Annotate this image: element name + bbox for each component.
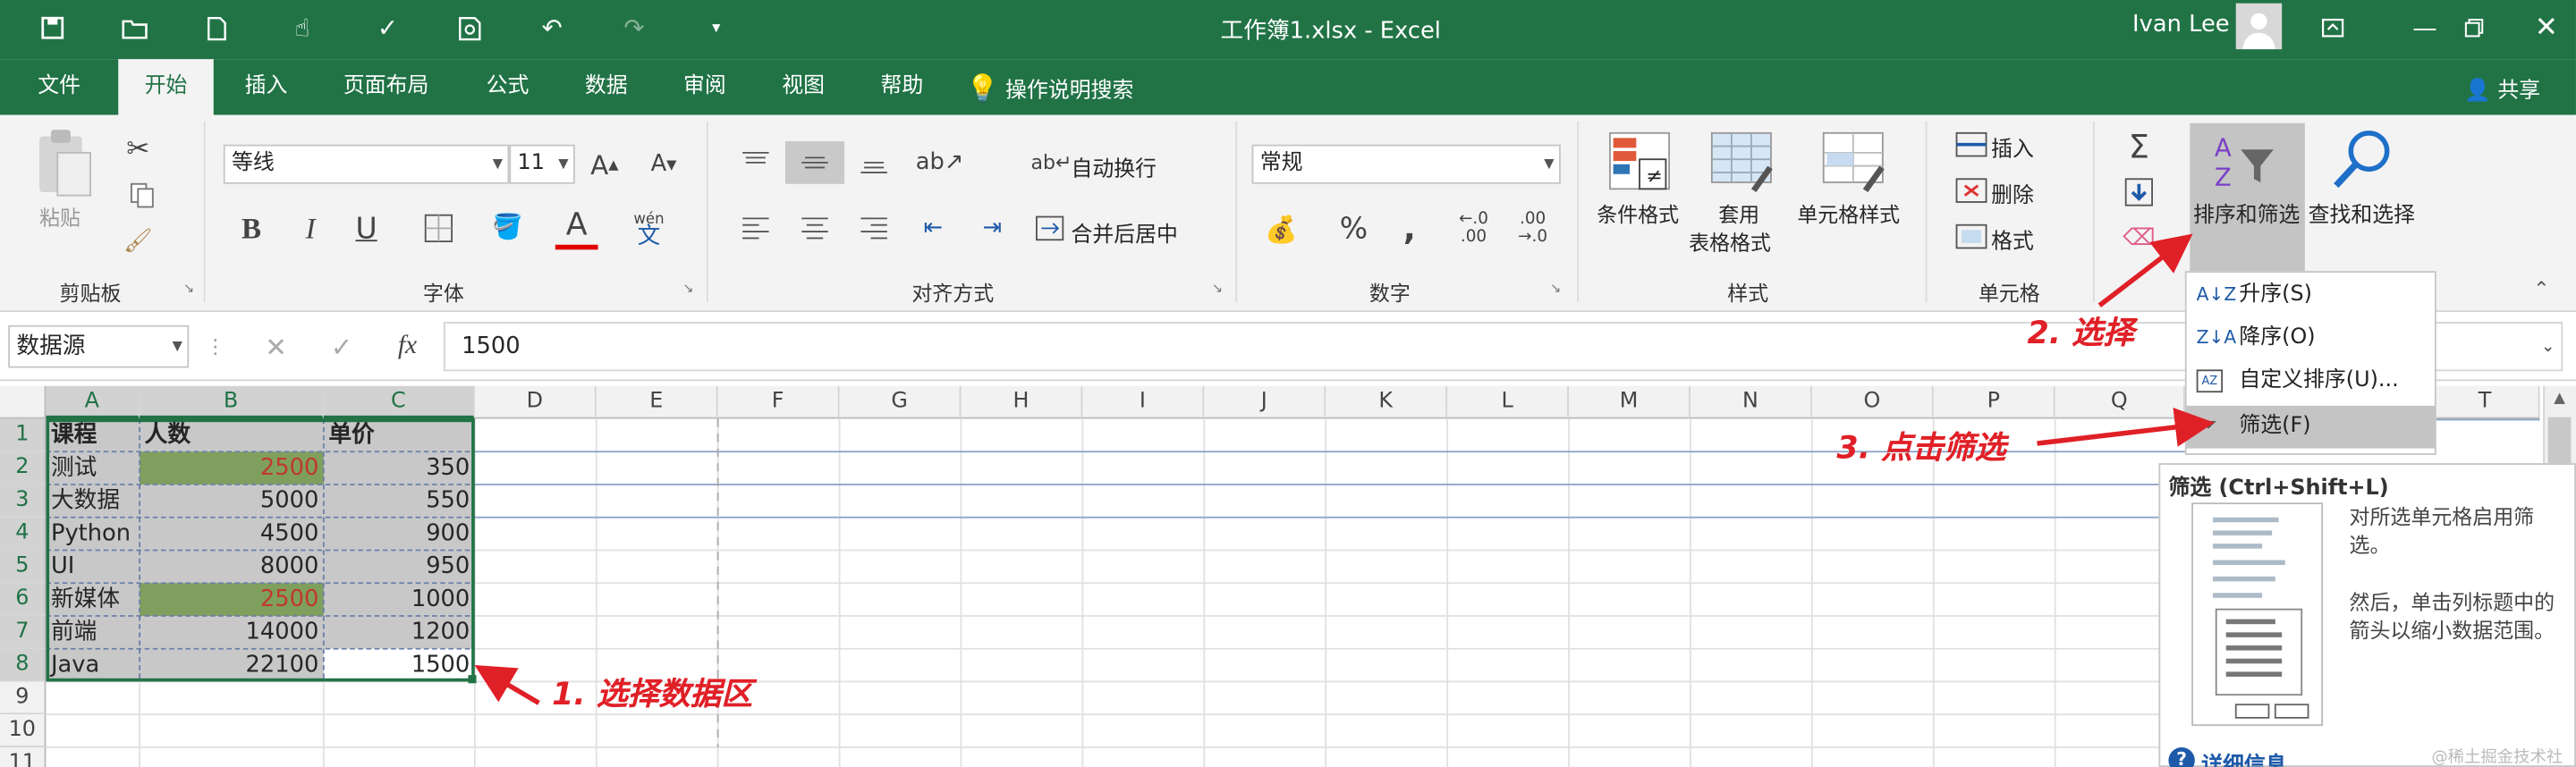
watermark: @稀土掘金技术社区	[2431, 748, 2563, 767]
annotation-step1: 1. 选择数据区	[552, 676, 753, 713]
annotation-step2: 2. 选择	[2027, 315, 2134, 352]
annotation-step3: 3. 点击筛选	[1836, 430, 2006, 467]
annotation-arrows	[474, 233, 2215, 705]
